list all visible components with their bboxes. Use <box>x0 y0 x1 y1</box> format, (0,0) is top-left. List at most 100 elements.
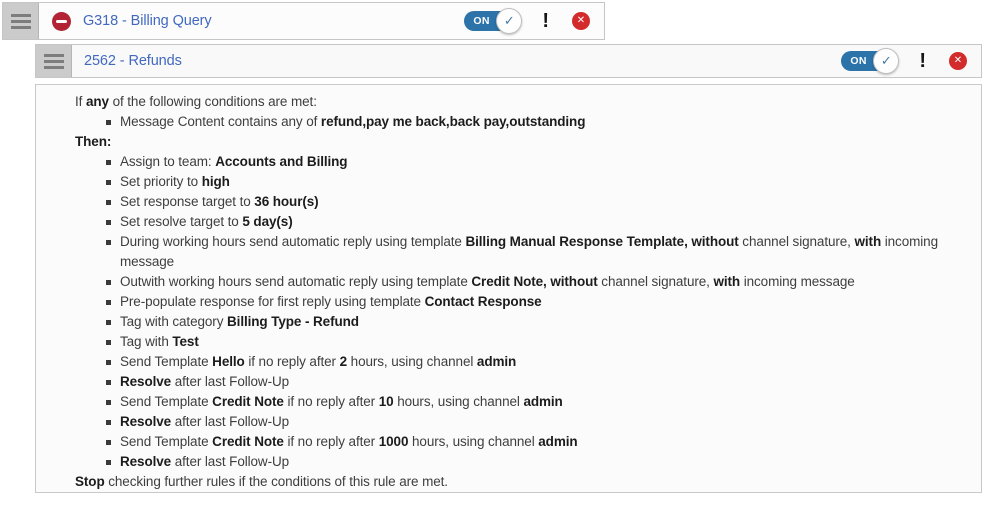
rule-line-value: 1000 <box>379 434 409 449</box>
rule-line-text: channel signature, <box>598 274 714 289</box>
rule-line-value: high <box>202 174 230 189</box>
rule-line-text: Message Content contains any of <box>120 114 321 129</box>
rule-line: Set response target to 36 hour(s) <box>75 192 967 212</box>
bullet-icon <box>106 460 111 465</box>
rule-line-text: incoming message <box>740 274 855 289</box>
alert-icon[interactable]: ! <box>542 11 549 31</box>
rule-line-text: Assign to team: <box>120 154 215 169</box>
rule-header-billing-query: G318 - Billing Query ON ✓ ! ✕ <box>2 2 605 40</box>
rule-line-text: During working hours send automatic repl… <box>120 234 465 249</box>
bullet-icon <box>106 360 111 365</box>
rule-body: If any of the following conditions are m… <box>35 84 982 493</box>
rule-line-text: Send Template <box>120 434 212 449</box>
rule-line: Send Template Credit Note if no reply af… <box>75 432 967 452</box>
no-entry-bar <box>56 20 67 23</box>
bullet-icon <box>106 120 111 125</box>
rule-line-text: Tag with <box>120 334 172 349</box>
rule-line: Resolve after last Follow-Up <box>75 372 967 392</box>
no-entry-icon[interactable] <box>52 12 71 31</box>
rule-line: Message Content contains any of refund,p… <box>75 112 967 132</box>
on-toggle[interactable]: ON ✓ <box>841 48 899 74</box>
rule-line-text: if no reply after <box>245 354 340 369</box>
rule-line-value: Credit Note <box>212 394 284 409</box>
rule-line: Set resolve target to 5 day(s) <box>75 212 967 232</box>
bullet-icon <box>106 340 111 345</box>
rule-line: Assign to team: Accounts and Billing <box>75 152 967 172</box>
rule-title-link[interactable]: G318 - Billing Query <box>83 13 212 29</box>
rule-line-text: Send Template <box>120 394 212 409</box>
rule-line: Outwith working hours send automatic rep… <box>75 272 967 292</box>
rule-line-value: Then: <box>75 134 111 149</box>
bullet-icon <box>106 160 111 165</box>
rule-line-value: Resolve <box>120 414 171 429</box>
rule-line-value: Test <box>172 334 198 349</box>
rule-line-text: hours, using channel <box>408 434 538 449</box>
alert-icon[interactable]: ! <box>919 51 926 71</box>
toggle-check-icon: ✓ <box>496 8 522 34</box>
rule-line-text: after last Follow-Up <box>171 454 289 469</box>
bullet-icon <box>106 200 111 205</box>
rule-line-value: Hello <box>212 354 245 369</box>
rule-line-value: 36 hour(s) <box>254 194 318 209</box>
drag-handle-icon[interactable] <box>36 45 72 77</box>
rule-line: Set priority to high <box>75 172 967 192</box>
rule-line-text: Set response target to <box>120 194 254 209</box>
rule-line-value: with <box>855 234 882 249</box>
rule-line-text: Set priority to <box>120 174 202 189</box>
rule-line: Send Template Credit Note if no reply af… <box>75 392 967 412</box>
rule-line-text: checking further rules if the conditions… <box>105 474 448 489</box>
rule-line-text: hours, using channel <box>347 354 477 369</box>
rule-line-text: Tag with category <box>120 314 227 329</box>
rule-line-value: Accounts and Billing <box>215 154 347 169</box>
rule-line: If any of the following conditions are m… <box>75 92 967 112</box>
rule-line-value: Resolve <box>120 454 171 469</box>
rule-line: Pre-populate response for first reply us… <box>75 292 967 312</box>
rule-header-refunds: 2562 - Refunds ON ✓ ! ✕ <box>35 44 982 78</box>
rule-line-value: admin <box>477 354 516 369</box>
rule-line-value: 5 day(s) <box>242 214 292 229</box>
on-toggle[interactable]: ON ✓ <box>464 8 522 34</box>
bullet-icon <box>106 420 111 425</box>
rule-line-text: hours, using channel <box>394 394 524 409</box>
rule-line-text: if no reply after <box>284 394 379 409</box>
rule-line-value: admin <box>523 394 562 409</box>
rule-line-value: Stop <box>75 474 105 489</box>
close-icon[interactable]: ✕ <box>572 12 590 30</box>
rule-line: Resolve after last Follow-Up <box>75 412 967 432</box>
rule-line-value: Credit Note <box>212 434 284 449</box>
rule-line-text: after last Follow-Up <box>171 414 289 429</box>
rule-line-text: channel signature, <box>739 234 855 249</box>
bullet-icon <box>106 440 111 445</box>
rule-line-text: after last Follow-Up <box>171 374 289 389</box>
rule-line-text: Send Template <box>120 354 212 369</box>
bullet-icon <box>106 220 111 225</box>
rule-line-text: If <box>75 94 86 109</box>
hamburger-icon <box>11 20 31 23</box>
rule-line-value: Credit Note, without <box>471 274 597 289</box>
rule-line-value: 2 <box>340 354 347 369</box>
rule-line-value: Contact Response <box>425 294 542 309</box>
rule-line: Tag with Test <box>75 332 967 352</box>
rule-line-text: of the following conditions are met: <box>109 94 317 109</box>
rule-line-value: Resolve <box>120 374 171 389</box>
drag-handle-icon[interactable] <box>3 3 39 39</box>
bullet-icon <box>106 240 111 245</box>
close-icon[interactable]: ✕ <box>949 52 967 70</box>
rule-line: Resolve after last Follow-Up <box>75 452 967 472</box>
bullet-icon <box>106 320 111 325</box>
rule-line-value: 10 <box>379 394 394 409</box>
hamburger-icon <box>44 60 64 63</box>
bullet-icon <box>106 180 111 185</box>
rule-line-value: admin <box>538 434 577 449</box>
toggle-check-icon: ✓ <box>873 48 899 74</box>
rule-line-value: Billing Type - Refund <box>227 314 359 329</box>
rule-line-value: any <box>86 94 109 109</box>
bullet-icon <box>106 400 111 405</box>
bullet-icon <box>106 300 111 305</box>
bullet-icon <box>106 280 111 285</box>
rule-line: During working hours send automatic repl… <box>75 232 967 272</box>
bullet-icon <box>106 380 111 385</box>
rule-title-link[interactable]: 2562 - Refunds <box>84 53 182 69</box>
rule-line: Send Template Hello if no reply after 2 … <box>75 352 967 372</box>
rule-line-value: Billing Manual Response Template, withou… <box>465 234 738 249</box>
